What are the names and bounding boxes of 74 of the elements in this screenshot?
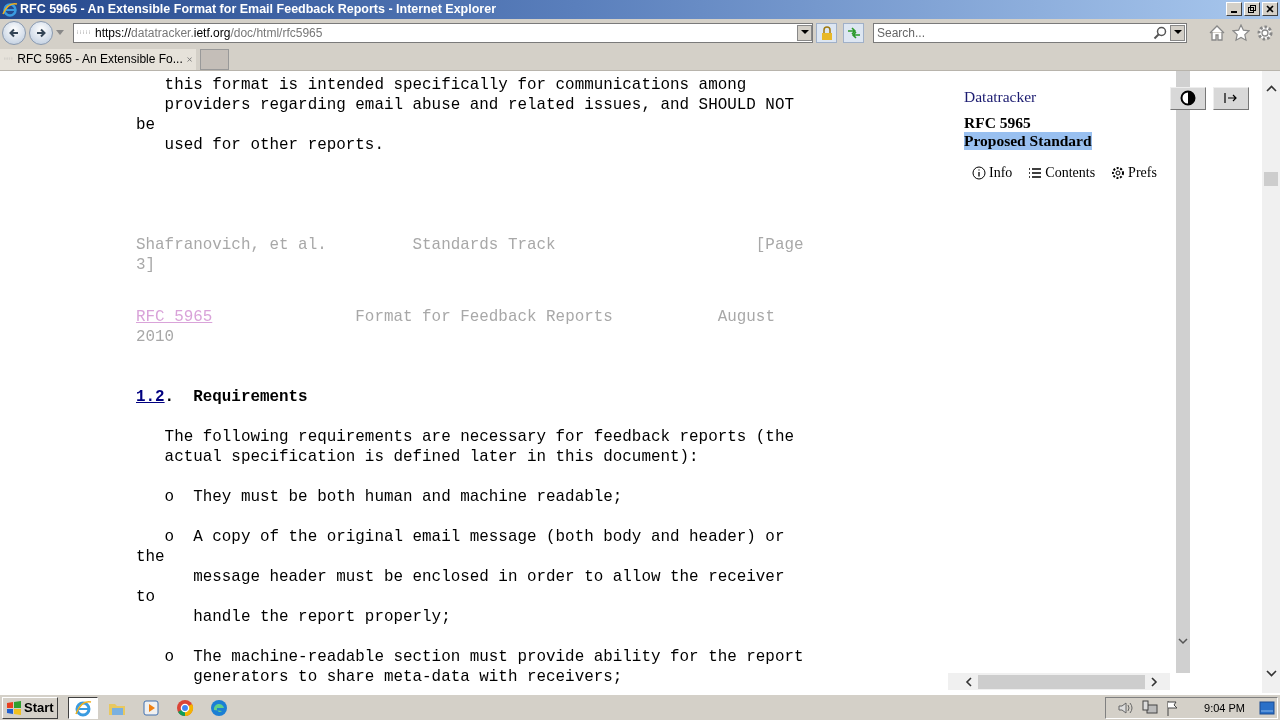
paragraph: The following requirements are necessary for feedback reports (the actual specification is defined later in this document): xyxy=(163,426,795,467)
sidebar-tab[interactable]: Info xyxy=(972,164,1013,181)
paragraph: o The machine-readable section must provide ability for the report generators to share meta-data with receivers; xyxy=(163,646,805,687)
arrows-icon xyxy=(846,26,861,39)
sidebar-tab[interactable]: Contents xyxy=(1028,164,1096,181)
padlock-icon xyxy=(820,25,833,40)
home-icon[interactable] xyxy=(1208,23,1226,42)
restore-button[interactable] xyxy=(1244,2,1260,17)
address-text: https://datatracker.ietf.org/doc/html/rfc5965 xyxy=(95,25,324,40)
right-arrow-icon xyxy=(35,26,47,39)
document-status: Proposed Standard xyxy=(964,131,1092,150)
section-link[interactable]: 1.2 xyxy=(136,387,165,406)
rfc-number: RFC 5965 xyxy=(964,113,1032,132)
browser-tab[interactable]: RFC 5965 - An Extensible Fo... xyxy=(0,48,196,70)
back-button[interactable] xyxy=(2,20,26,45)
network-icon[interactable] xyxy=(1142,699,1159,716)
collapse-sidebar-button[interactable] xyxy=(1213,86,1249,110)
horizontal-scrollbar[interactable] xyxy=(948,673,1170,691)
left-arrow-icon xyxy=(8,26,20,39)
forward-button[interactable] xyxy=(29,20,53,45)
arrow-to-right-icon xyxy=(1224,92,1238,105)
search-icon[interactable] xyxy=(1153,25,1167,40)
theme-toggle-button[interactable] xyxy=(1170,86,1206,110)
list-icon xyxy=(1028,165,1043,180)
address-dropdown-button[interactable] xyxy=(797,24,812,41)
windows-logo-icon xyxy=(6,700,22,715)
page-footer: Shafranovich, et al. Standards Track [Page 3] xyxy=(136,234,948,275)
close-icon[interactable] xyxy=(186,54,192,64)
search-field[interactable]: Search... xyxy=(873,22,1187,43)
settings-icon xyxy=(1111,165,1126,180)
chrome-logo-icon xyxy=(175,698,194,717)
caret-icon xyxy=(800,30,809,36)
info-icon xyxy=(972,165,986,180)
chevron-up-icon xyxy=(1265,84,1277,92)
paragraph: o A copy of the original email message (both body and header) or the message header must be enclosed in order to allow the receiver to handle the report properly; xyxy=(136,526,786,627)
scrollbar-thumb[interactable] xyxy=(1264,171,1278,186)
start-button[interactable]: Start xyxy=(2,696,58,719)
sidebar-scrollbar[interactable] xyxy=(1176,70,1190,674)
new-tab-button[interactable] xyxy=(200,48,229,70)
half-circle-icon xyxy=(1180,90,1196,107)
minimize-button[interactable] xyxy=(1226,2,1242,17)
chevron-down-icon xyxy=(1265,670,1277,678)
dropdown-arrow-icon[interactable] xyxy=(56,29,64,36)
dotted-page-icon xyxy=(77,29,91,36)
desktop-icon[interactable] xyxy=(1259,700,1275,715)
taskbar-app-button[interactable] xyxy=(67,696,98,719)
page-header: Format for Feedback Reports August xyxy=(354,307,775,326)
restore-icon xyxy=(1247,4,1257,15)
window-title: RFC 5965 - An Extensible Format for Email Feedback Reports - Internet Explorer xyxy=(20,2,498,17)
datatracker-link[interactable]: Datatracker xyxy=(964,87,1037,106)
browser-logo-icon xyxy=(73,698,92,717)
vertical-scrollbar[interactable] xyxy=(1262,70,1280,694)
clock[interactable]: 9:04 PM xyxy=(1204,701,1245,714)
section-heading: . Requirements xyxy=(164,387,308,406)
refresh-button[interactable] xyxy=(843,22,864,43)
star-icon[interactable] xyxy=(1232,23,1250,42)
scrollbar-thumb[interactable] xyxy=(978,674,1145,689)
paragraph: o They must be both human and machine readable; xyxy=(163,486,624,507)
chevron-left-icon xyxy=(965,676,972,687)
settings-icon[interactable] xyxy=(1256,23,1274,42)
speaker-icon[interactable] xyxy=(1118,700,1135,715)
play-icon xyxy=(141,698,160,717)
chevron-right-icon xyxy=(1151,676,1158,687)
page-header: 2010 xyxy=(136,326,176,347)
minimize-icon xyxy=(1231,11,1237,14)
address-field[interactable]: https://datatracker.ietf.org/doc/html/rfc5965 xyxy=(73,22,813,43)
close-icon xyxy=(1265,4,1275,15)
sidebar-tab[interactable]: Prefs xyxy=(1111,164,1157,181)
chevron-down-icon xyxy=(1178,638,1188,646)
caret-icon xyxy=(1173,30,1182,36)
edge-logo-icon xyxy=(209,698,228,717)
paragraph: this format is intended specifically for communications among providers regarding email abuse and related issues, and SHOULD NOT be used for other reports. xyxy=(136,74,795,155)
browser-logo-icon xyxy=(2,1,18,18)
close-button[interactable] xyxy=(1262,2,1278,17)
